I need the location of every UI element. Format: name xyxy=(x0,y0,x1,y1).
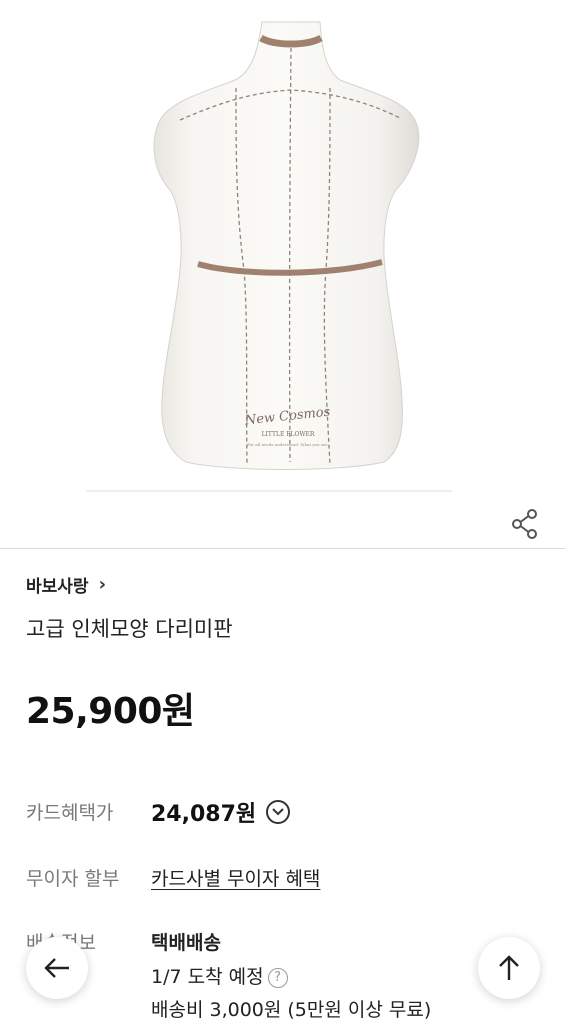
arrow-up-icon xyxy=(499,955,519,980)
shipping-arrival: 1/7 도착 예정? xyxy=(151,962,288,989)
card-benefit-price: 24,087원 xyxy=(151,802,257,827)
svg-text:For all needs understand. What: For all needs understand. What you see. xyxy=(247,442,329,447)
seller-link[interactable]: 바보사랑 › xyxy=(26,572,106,597)
card-benefit-value[interactable]: 24,087원 xyxy=(151,796,291,828)
back-button[interactable] xyxy=(26,937,88,999)
arrow-left-icon xyxy=(44,958,69,978)
shipping-fee: 배송비 3,000원 (5만원 이상 무료) xyxy=(151,999,432,1021)
question-icon[interactable]: ? xyxy=(267,967,288,988)
section-divider xyxy=(0,548,566,549)
chevron-down-icon[interactable] xyxy=(266,800,291,824)
card-benefit-label: 카드혜택가 xyxy=(26,802,114,824)
installment-label: 무이자 할부 xyxy=(26,868,120,890)
product-price: 25,900원 xyxy=(26,691,195,732)
product-title: 고급 인체모양 다리미판 xyxy=(26,617,233,641)
shipping-type: 택배배송 xyxy=(151,932,221,954)
installment-link[interactable]: 카드사별 무이자 혜택 xyxy=(151,864,320,891)
seller-name: 바보사랑 xyxy=(26,577,89,597)
svg-text:LITTLE FLOWER: LITTLE FLOWER xyxy=(262,431,315,438)
share-icon[interactable] xyxy=(510,508,540,540)
product-image: New Cosmos LITTLE FLOWER For all needs u… xyxy=(0,0,566,500)
scroll-top-button[interactable] xyxy=(478,937,540,999)
chevron-right-icon: › xyxy=(98,574,106,595)
arrival-text: 1/7 도착 예정 xyxy=(151,966,264,988)
dress-form-illustration: New Cosmos LITTLE FLOWER For all needs u… xyxy=(86,21,452,492)
